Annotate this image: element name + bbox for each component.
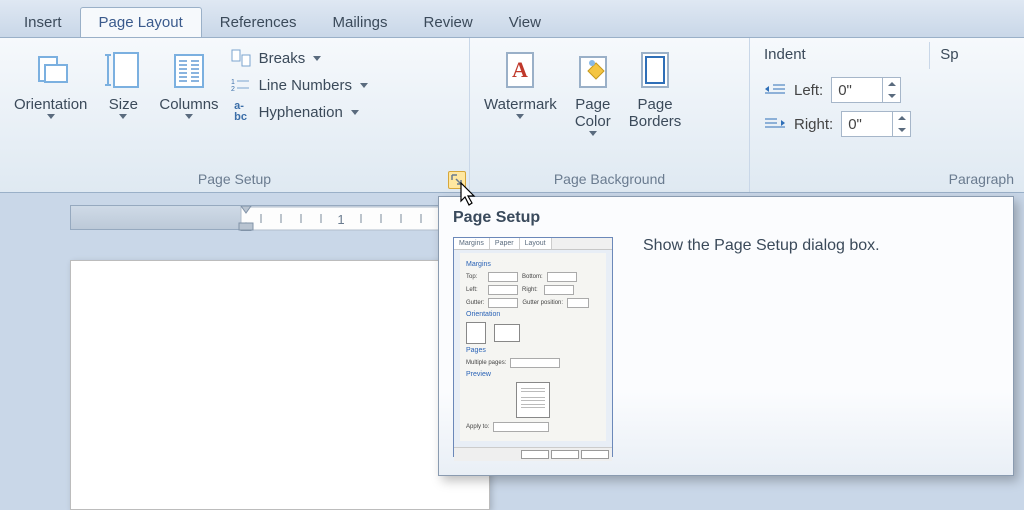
page-color-button[interactable]: Page Color <box>563 42 623 136</box>
hyphenation-icon: a-bc <box>231 102 251 122</box>
chevron-down-icon <box>516 114 524 119</box>
svg-text:A: A <box>512 57 528 82</box>
tooltip-title: Page Setup <box>453 209 999 227</box>
indent-right-icon <box>764 115 786 133</box>
chevron-down-icon <box>313 56 321 61</box>
svg-text:1: 1 <box>337 212 344 227</box>
chevron-down-icon <box>119 114 127 119</box>
breaks-icon <box>231 48 251 68</box>
indent-left-value: 0" <box>838 82 852 99</box>
tooltip-preview-image: Margins Paper Layout Margins Top:Bottom:… <box>453 237 613 457</box>
group-paragraph: Indent Left: 0" <box>750 38 1024 192</box>
orientation-icon <box>27 46 75 96</box>
chevron-down-icon <box>360 83 368 88</box>
chevron-down-icon <box>351 110 359 115</box>
page-color-label: Page Color <box>575 96 611 130</box>
page-borders-label: Page Borders <box>629 96 682 130</box>
ribbon-tab-bar: Insert Page Layout References Mailings R… <box>0 0 1024 38</box>
group-label-page-background: Page Background <box>478 171 741 190</box>
group-label-page-setup: Page Setup <box>8 171 461 190</box>
svg-text:2: 2 <box>231 86 235 93</box>
page-setup-tooltip: Page Setup Margins Paper Layout Margins … <box>438 196 1014 476</box>
chevron-down-icon <box>589 131 597 136</box>
columns-button[interactable]: Columns <box>153 42 224 119</box>
page-color-icon <box>569 46 617 96</box>
orientation-label: Orientation <box>14 96 87 113</box>
document-page[interactable] <box>70 260 490 510</box>
indent-left-input[interactable]: 0" <box>831 77 901 103</box>
tab-view[interactable]: View <box>491 8 559 37</box>
columns-label: Columns <box>159 96 218 113</box>
line-numbers-icon: 12 <box>231 75 251 95</box>
indent-left-label: Left: <box>794 82 823 99</box>
line-numbers-label: Line Numbers <box>259 77 352 94</box>
chevron-down-icon <box>47 114 55 119</box>
tab-page-layout[interactable]: Page Layout <box>80 7 202 37</box>
page-borders-button[interactable]: Page Borders <box>623 42 688 130</box>
line-numbers-button[interactable]: 12 Line Numbers <box>231 75 368 95</box>
group-page-background: A Watermark Page Color <box>470 38 750 192</box>
indent-left-icon <box>764 81 786 99</box>
ribbon: Orientation Size <box>0 38 1024 193</box>
size-label: Size <box>109 96 138 113</box>
indent-left-spinner[interactable] <box>882 78 900 102</box>
cursor-arrow-icon <box>460 182 480 212</box>
size-button[interactable]: Size <box>93 42 153 119</box>
size-icon <box>99 46 147 96</box>
tooltip-text: Show the Page Setup dialog box. <box>643 237 880 457</box>
group-page-setup: Orientation Size <box>0 38 470 192</box>
indent-right-value: 0" <box>848 116 862 133</box>
tab-references[interactable]: References <box>202 8 315 37</box>
page-borders-icon <box>631 46 679 96</box>
tab-review[interactable]: Review <box>406 8 491 37</box>
tab-insert[interactable]: Insert <box>6 8 80 37</box>
breaks-button[interactable]: Breaks <box>231 48 368 68</box>
group-label-paragraph: Paragraph <box>758 171 1016 190</box>
columns-icon <box>165 46 213 96</box>
indent-title: Indent <box>764 46 911 63</box>
orientation-button[interactable]: Orientation <box>8 42 93 119</box>
hyphenation-label: Hyphenation <box>259 104 343 121</box>
chevron-down-icon <box>185 114 193 119</box>
tab-mailings[interactable]: Mailings <box>314 8 405 37</box>
watermark-icon: A <box>496 46 544 96</box>
indent-right-input[interactable]: 0" <box>841 111 911 137</box>
watermark-button[interactable]: A Watermark <box>478 42 563 119</box>
indent-right-label: Right: <box>794 116 833 133</box>
svg-text:1: 1 <box>231 79 235 86</box>
spacing-title: Sp <box>940 46 958 63</box>
watermark-label: Watermark <box>484 96 557 113</box>
hyphenation-button[interactable]: a-bc Hyphenation <box>231 102 368 122</box>
indent-right-spinner[interactable] <box>892 112 910 136</box>
breaks-label: Breaks <box>259 50 306 67</box>
